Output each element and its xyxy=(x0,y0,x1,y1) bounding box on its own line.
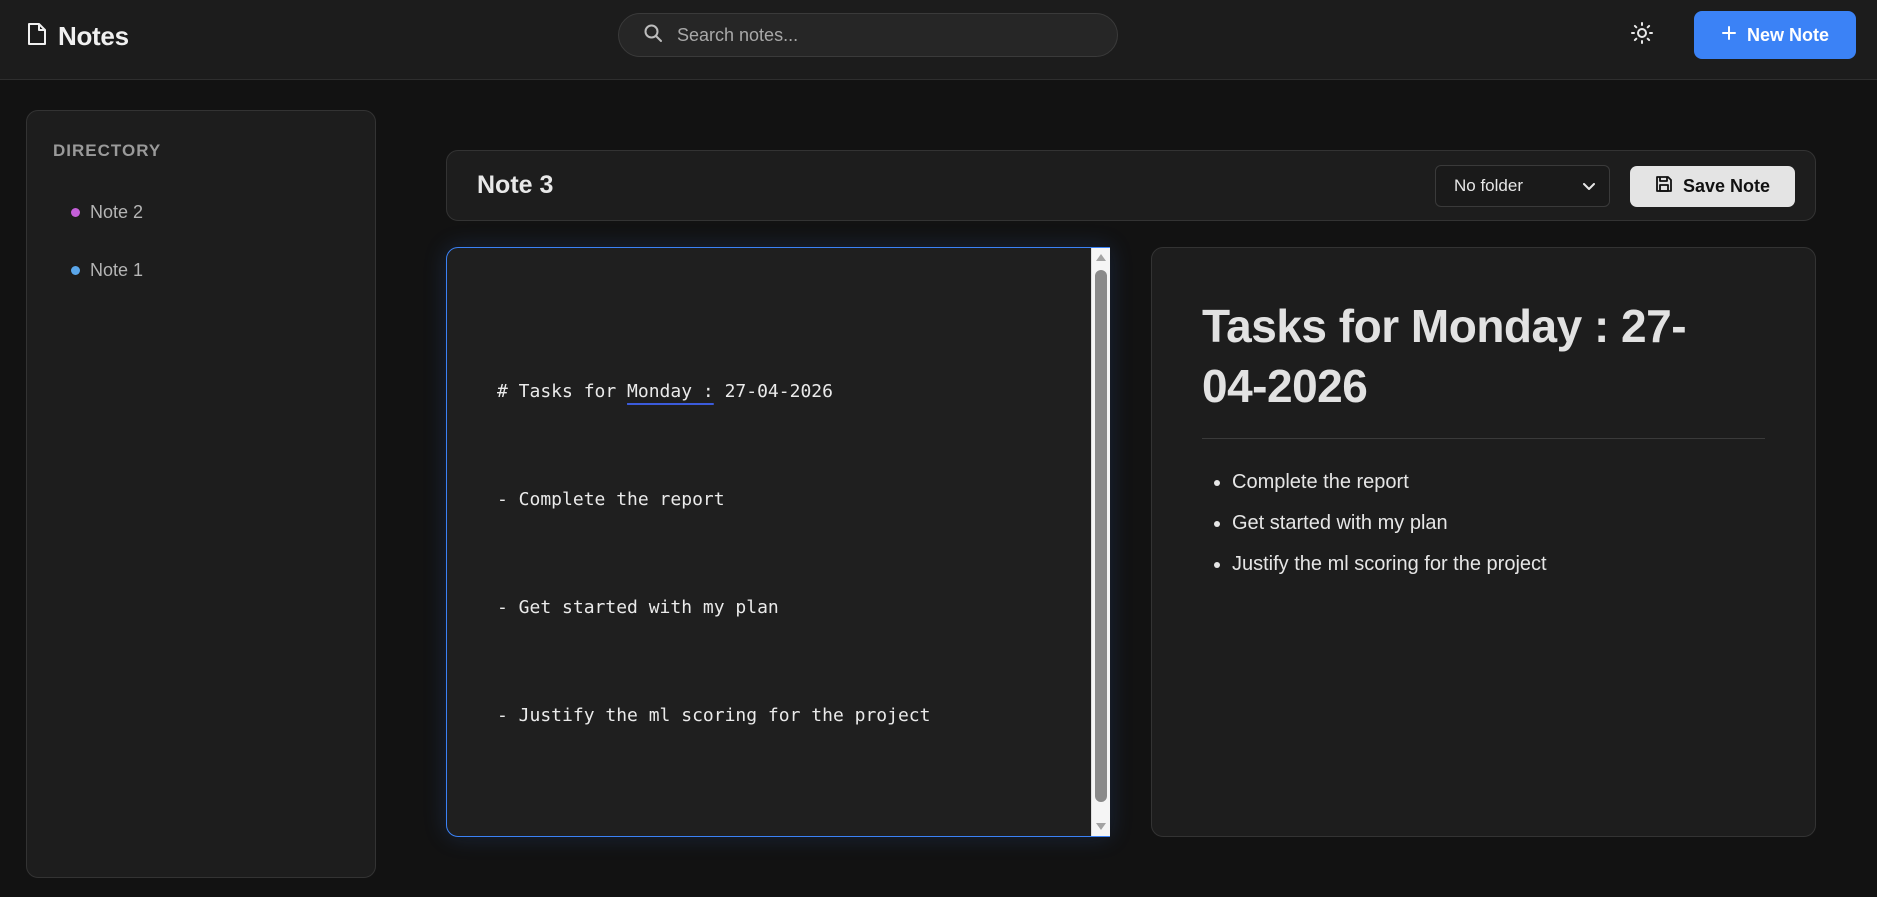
note-color-dot xyxy=(71,265,80,275)
editor-scrollbar[interactable] xyxy=(1091,248,1110,836)
theme-toggle-button[interactable] xyxy=(1627,20,1657,50)
save-note-button[interactable]: Save Note xyxy=(1630,166,1795,207)
preview-list-item: Justify the ml scoring for the project xyxy=(1232,544,1772,585)
plus-icon xyxy=(1721,25,1737,46)
sidebar-heading: DIRECTORY xyxy=(53,141,162,160)
chevron-down-icon xyxy=(1583,176,1595,196)
editor-line: - Justify the ml scoring for the project xyxy=(497,705,931,726)
folder-select-value: No folder xyxy=(1454,176,1523,195)
scrollbar-thumb[interactable] xyxy=(1095,270,1107,802)
editor-text-segment: 27-04-2026 xyxy=(713,381,833,402)
save-note-label: Save Note xyxy=(1682,176,1771,196)
sidebar-item-note-1[interactable]: Note 1 xyxy=(27,241,375,299)
new-note-label: New Note xyxy=(1746,24,1829,45)
preview-list-item: Get started with my plan xyxy=(1232,503,1772,544)
search-input[interactable] xyxy=(677,24,1077,46)
save-icon xyxy=(1655,175,1673,198)
editor-text-segment: # Tasks for xyxy=(497,381,628,402)
scroll-down-arrow-icon[interactable] xyxy=(1096,823,1106,830)
new-note-button[interactable]: New Note xyxy=(1694,11,1856,59)
preview-heading: Tasks for Monday : 27-04-2026 xyxy=(1202,300,1687,412)
sidebar-item-label: Note 1 xyxy=(90,259,144,280)
note-title[interactable]: Note 3 xyxy=(477,171,553,200)
app-brand: Notes xyxy=(26,20,129,52)
markdown-editor[interactable]: # Tasks for Monday : 27-04-2026 - Comple… xyxy=(446,247,1110,837)
editor-line: - Complete the report xyxy=(497,489,725,510)
preview-divider xyxy=(1202,438,1765,439)
file-icon xyxy=(26,22,48,51)
sidebar-item-label: Note 2 xyxy=(90,201,144,222)
note-list: Note 2 Note 1 xyxy=(27,183,375,299)
folder-select[interactable]: No folder xyxy=(1435,165,1610,207)
top-bar: Notes New Note xyxy=(0,0,1877,80)
note-color-dot xyxy=(71,207,80,217)
editor-line: # Tasks for Monday : 27-04-2026 xyxy=(497,374,1077,410)
preview-list-item: Complete the report xyxy=(1232,462,1772,503)
preview-list: Complete the report Get started with my … xyxy=(1232,462,1772,585)
search-bar[interactable] xyxy=(618,13,1118,57)
editor-textarea[interactable]: # Tasks for Monday : 27-04-2026 - Comple… xyxy=(497,302,1077,806)
sun-icon xyxy=(1630,21,1654,50)
scroll-up-arrow-icon[interactable] xyxy=(1096,254,1106,261)
spellcheck-underlined-text: Monday : xyxy=(627,381,714,402)
directory-sidebar: DIRECTORY Note 2 Note 1 xyxy=(26,110,376,878)
editor-line: - Get started with my plan xyxy=(497,597,779,618)
note-header: Note 3 No folder Save Note xyxy=(446,150,1816,221)
sidebar-item-note-2[interactable]: Note 2 xyxy=(27,183,375,241)
app-title: Notes xyxy=(58,20,129,51)
search-icon xyxy=(643,23,663,48)
markdown-preview: Tasks for Monday : 27-04-2026 Complete t… xyxy=(1151,247,1816,837)
